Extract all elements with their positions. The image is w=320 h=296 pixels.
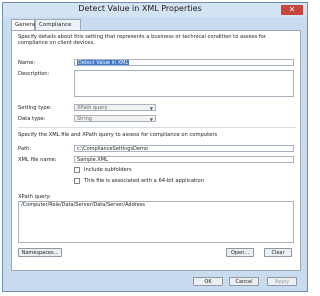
cancel-button[interactable]: Cancel — [229, 277, 259, 286]
close-button[interactable]: ✕ — [281, 5, 303, 15]
divider — [18, 127, 296, 128]
chevron-down-icon: ▼ — [149, 106, 153, 111]
clear-button[interactable]: Clear — [264, 248, 292, 257]
general-panel: Specify details about this setting that … — [11, 30, 301, 271]
name-field[interactable]: Detect Value in XML — [74, 59, 294, 66]
data-type-select[interactable]: String ▼ — [74, 115, 156, 122]
namespaces-button[interactable]: Namespaces... — [18, 248, 62, 257]
intro-text: Specify details about this setting that … — [18, 34, 266, 46]
tab-compliance-rules[interactable]: Compliance Rules — [35, 19, 81, 39]
data-type-label: Data type: — [18, 116, 46, 122]
properties-dialog: Detect Value in XML Properties ✕ General… — [2, 2, 308, 292]
dialog-title: Detect Value in XML Properties — [78, 4, 202, 13]
path-label: Path: — [18, 146, 32, 152]
64bit-label: This file is associated with a 64-bit ap… — [84, 178, 204, 184]
xml-file-name-label: XML file name: — [18, 157, 57, 163]
chevron-down-icon: ▼ — [149, 117, 153, 122]
setting-type-select[interactable]: XPath query ▼ — [74, 104, 156, 111]
xml-file-name-field[interactable]: Sample.XML — [74, 156, 294, 163]
description-label: Description: — [18, 71, 50, 77]
include-subfolders-label: Include subfolders — [84, 167, 132, 173]
close-icon: ✕ — [288, 5, 296, 14]
xml-intro-text: Specify the XML file and XPath query to … — [18, 132, 218, 138]
include-subfolders-checkbox[interactable] — [74, 167, 80, 173]
64bit-checkbox[interactable] — [74, 178, 80, 184]
setting-type-label: Setting type: — [18, 105, 52, 111]
xpath-query-field[interactable]: /Computer/Role/Data/Server/Data/Server/A… — [18, 201, 294, 243]
xpath-query-label: XPath query: — [18, 194, 51, 200]
name-label: Name: — [18, 60, 36, 66]
path-field[interactable]: c:\ComplianceSettingsDemo — [74, 145, 294, 152]
description-field[interactable] — [74, 70, 294, 97]
setting-type-value: XPath query — [77, 105, 108, 111]
open-button[interactable]: Open... — [226, 248, 254, 257]
title-bar: Detect Value in XML Properties ✕ — [3, 3, 307, 17]
dialog-button-bar: OK Cancel Apply — [3, 273, 307, 291]
name-value: Detect Value in XML — [77, 60, 130, 66]
data-type-value: String — [77, 116, 92, 122]
apply-button[interactable]: Apply — [267, 277, 297, 286]
ok-button[interactable]: OK — [193, 277, 223, 286]
